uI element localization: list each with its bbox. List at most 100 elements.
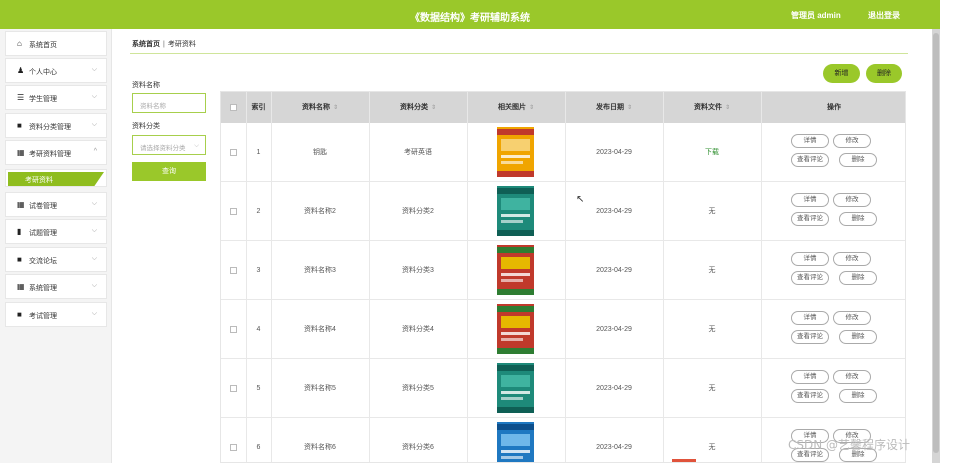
search-button[interactable]: 查询 bbox=[132, 162, 206, 181]
cell-index: 5 bbox=[256, 385, 261, 392]
cell-index: 1 bbox=[256, 149, 261, 156]
col-file[interactable]: 资料文件 ⇕ bbox=[663, 92, 761, 123]
sort-icon: ⇕ bbox=[430, 105, 437, 111]
cover-image bbox=[497, 422, 534, 462]
column-divider bbox=[565, 92, 566, 462]
detail-button[interactable]: 详情 bbox=[791, 252, 829, 266]
row-delete-button[interactable]: 删除 bbox=[839, 271, 877, 285]
view-comments-button[interactable]: 查看评论 bbox=[791, 153, 829, 167]
cell-category: 资料分类5 bbox=[402, 385, 434, 392]
row-delete-button[interactable]: 删除 bbox=[839, 212, 877, 226]
cell-index: 3 bbox=[256, 267, 261, 274]
cell-date: 2023-04-29 bbox=[596, 208, 632, 215]
sidebar-item-home[interactable]: ⌂ 系统首页 bbox=[5, 31, 107, 56]
category-filter-select[interactable]: 请选择资料分类 ⌵ bbox=[132, 135, 206, 155]
sidebar-item-exams[interactable]: ■ 考试管理 ⌵ bbox=[5, 302, 107, 327]
row-delete-button[interactable]: 删除 bbox=[839, 330, 877, 344]
col-date-label: 发布日期 bbox=[595, 104, 624, 111]
sidebar-item-label: 交流论坛 bbox=[29, 258, 57, 265]
row-checkbox[interactable] bbox=[230, 267, 237, 274]
home-icon: ⌂ bbox=[17, 39, 22, 48]
clipboard-icon: ■ bbox=[17, 310, 22, 319]
col-date[interactable]: 发布日期 ⇕ bbox=[565, 92, 663, 123]
download-link[interactable]: 下载 bbox=[663, 123, 761, 182]
row-delete-button[interactable]: 删除 bbox=[839, 389, 877, 403]
logout-link[interactable]: 退出登录 bbox=[868, 10, 900, 21]
sidebar-item-label: 考研资料管理 bbox=[29, 151, 71, 158]
sidebar-item-label: 资料分类管理 bbox=[29, 124, 71, 131]
chevron-down-icon: ⌵ bbox=[91, 200, 97, 207]
grid-icon: ▦ bbox=[17, 200, 25, 209]
sidebar-item-label: 学生管理 bbox=[29, 96, 57, 103]
chevron-up-icon: ^ bbox=[93, 148, 97, 155]
col-file-label: 资料文件 bbox=[693, 104, 722, 111]
edit-button[interactable]: 修改 bbox=[833, 134, 871, 148]
category-filter-placeholder: 请选择资料分类 bbox=[140, 145, 186, 152]
edit-button[interactable]: 修改 bbox=[833, 252, 871, 266]
row-delete-button[interactable]: 删除 bbox=[839, 153, 877, 167]
cell-name: 资料名称5 bbox=[304, 385, 336, 392]
cell-file: 无 bbox=[708, 208, 716, 215]
col-image[interactable]: 相关图片 ⇕ bbox=[467, 92, 565, 123]
column-divider bbox=[369, 92, 370, 462]
breadcrumb-home[interactable]: 系统首页 bbox=[132, 41, 160, 48]
row-checkbox[interactable] bbox=[230, 385, 237, 392]
mouse-cursor-icon: ↖ bbox=[576, 194, 585, 205]
sidebar-item-students[interactable]: ☰ 学生管理 ⌵ bbox=[5, 85, 107, 110]
breadcrumb-current: 考研资料 bbox=[167, 41, 196, 48]
cell-date: 2023-04-29 bbox=[596, 149, 632, 156]
detail-button[interactable]: 详情 bbox=[791, 193, 829, 207]
submenu-materials: 考研资料 bbox=[5, 169, 107, 187]
chevron-down-icon: ⌵ bbox=[91, 282, 97, 289]
top-bar: 《数据结构》考研辅助系统 管理员 admin 退出登录 bbox=[0, 0, 940, 29]
detail-button[interactable]: 详情 bbox=[791, 134, 829, 148]
col-name[interactable]: 资料名称 ⇕ bbox=[271, 92, 369, 123]
sidebar-item-label: 考试管理 bbox=[29, 313, 57, 320]
col-index-label: 索引 bbox=[251, 104, 266, 111]
sidebar-item-material-categories[interactable]: ■ 资料分类管理 ⌵ bbox=[5, 113, 107, 138]
select-all-checkbox[interactable] bbox=[230, 104, 237, 111]
sidebar-item-forum[interactable]: ■ 交流论坛 ⌵ bbox=[5, 247, 107, 272]
sidebar-item-papers[interactable]: ▦ 试卷管理 ⌵ bbox=[5, 192, 107, 217]
view-comments-button[interactable]: 查看评论 bbox=[791, 212, 829, 226]
sidebar-item-questions[interactable]: ▮ 试题管理 ⌵ bbox=[5, 219, 107, 244]
view-comments-button[interactable]: 查看评论 bbox=[791, 389, 829, 403]
breadcrumb-separator: | bbox=[163, 41, 165, 48]
cell-index: 6 bbox=[256, 444, 261, 451]
row-checkbox[interactable] bbox=[230, 149, 237, 156]
row-checkbox[interactable] bbox=[230, 326, 237, 333]
detail-button[interactable]: 详情 bbox=[791, 311, 829, 325]
submenu-item-label: 考研资料 bbox=[25, 177, 53, 184]
sort-icon: ⇕ bbox=[626, 105, 633, 111]
bar-chart-icon: ▮ bbox=[17, 227, 22, 236]
user-icon: ♟ bbox=[17, 66, 25, 75]
cell-date: 2023-04-29 bbox=[596, 444, 632, 451]
chevron-down-icon: ⌵ bbox=[91, 121, 97, 128]
sidebar-item-label: 试卷管理 bbox=[29, 203, 57, 210]
view-comments-button[interactable]: 查看评论 bbox=[791, 330, 829, 344]
sidebar-item-materials[interactable]: ▦ 考研资料管理 ^ bbox=[5, 140, 107, 165]
chevron-down-icon: ⌵ bbox=[91, 93, 97, 100]
detail-button[interactable]: 详情 bbox=[791, 370, 829, 384]
vertical-scrollbar[interactable] bbox=[932, 29, 940, 463]
cell-index: 4 bbox=[256, 326, 261, 333]
view-comments-button[interactable]: 查看评论 bbox=[791, 271, 829, 285]
submenu-item-materials[interactable]: 考研资料 bbox=[8, 172, 104, 186]
chevron-down-icon: ⌵ bbox=[91, 66, 97, 73]
scrollbar-thumb[interactable] bbox=[933, 33, 939, 453]
chevron-down-icon: ⌵ bbox=[91, 310, 97, 317]
edit-button[interactable]: 修改 bbox=[833, 370, 871, 384]
sidebar-item-system[interactable]: ▦ 系统管理 ⌵ bbox=[5, 274, 107, 299]
row-checkbox[interactable] bbox=[230, 208, 237, 215]
col-category[interactable]: 资料分类 ⇕ bbox=[369, 92, 467, 123]
col-actions: 操作 bbox=[761, 92, 905, 123]
row-checkbox[interactable] bbox=[230, 444, 237, 451]
delete-selected-button[interactable]: 删除 bbox=[866, 64, 902, 83]
current-user: 管理员 admin bbox=[791, 11, 841, 20]
edit-button[interactable]: 修改 bbox=[833, 193, 871, 207]
name-filter-input[interactable]: 资料名称 bbox=[132, 93, 206, 113]
edit-button[interactable]: 修改 bbox=[833, 311, 871, 325]
cell-file: 无 bbox=[708, 326, 716, 333]
add-button[interactable]: 新增 bbox=[823, 64, 860, 83]
sidebar-item-profile[interactable]: ♟ 个人中心 ⌵ bbox=[5, 58, 107, 83]
